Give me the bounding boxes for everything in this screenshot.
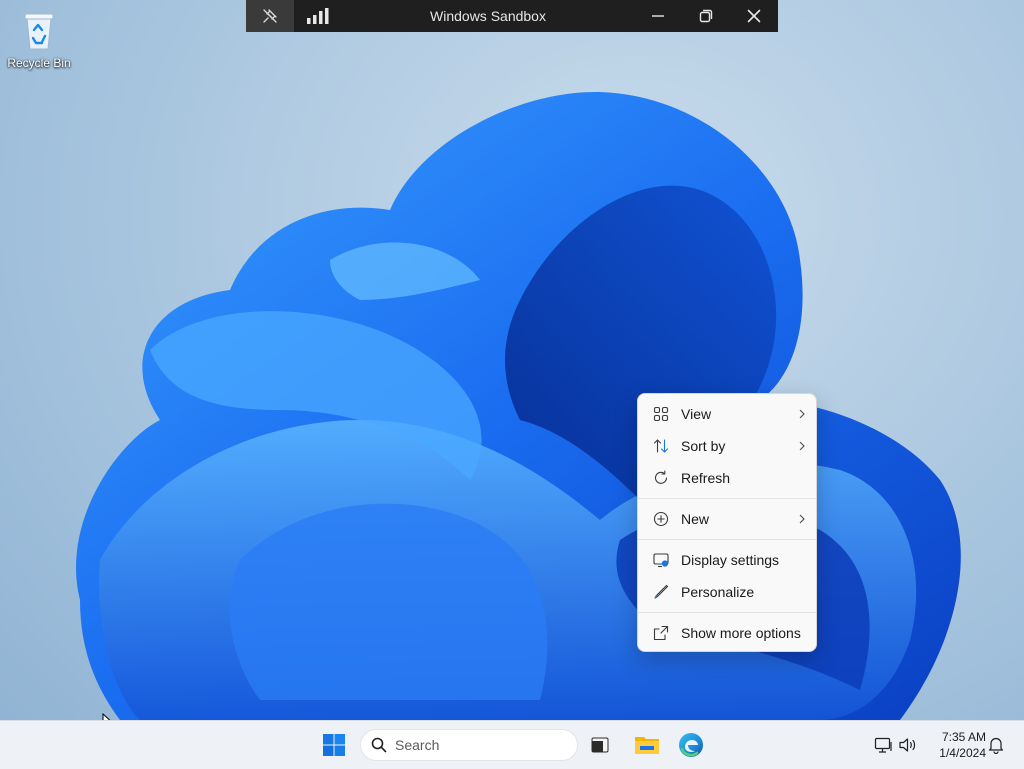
minimize-icon (652, 15, 664, 17)
connection-quality-button[interactable] (294, 0, 342, 32)
desktop-icon-label: Recycle Bin (7, 56, 71, 70)
menu-item-label: Sort by (681, 438, 726, 454)
menu-item-personalize[interactable]: Personalize (638, 576, 816, 608)
chevron-right-icon (799, 514, 805, 524)
menu-item-label: Refresh (681, 470, 731, 486)
desktop-context-menu: View Sort by Refresh New Display setting… (637, 393, 817, 652)
restore-button[interactable] (682, 0, 730, 32)
menu-separator (638, 612, 816, 613)
chevron-right-icon (799, 409, 805, 419)
clock-date: 1/4/2024 (939, 746, 986, 760)
volume-icon (899, 738, 916, 752)
sandbox-window-title: Windows Sandbox (430, 8, 546, 24)
desktop-wallpaper (76, 91, 961, 720)
menu-item-label: Display settings (681, 552, 780, 568)
menu-separator (638, 539, 816, 540)
system-clock[interactable]: 7:35 AM 1/4/2024 (926, 729, 986, 761)
search-icon (371, 737, 387, 753)
connection-bars-icon (307, 8, 329, 24)
clock-time: 7:35 AM (941, 730, 986, 744)
volume-button[interactable] (893, 729, 923, 761)
network-icon (874, 737, 892, 753)
menu-item-view[interactable]: View (638, 398, 816, 430)
notification-bell-icon (988, 737, 1004, 754)
file-explorer-icon (635, 737, 659, 754)
recycle-bin-icon (24, 13, 54, 50)
minimize-button[interactable] (634, 0, 682, 32)
menu-item-display-settings[interactable]: Display settings (638, 544, 816, 576)
restore-icon (699, 9, 713, 23)
menu-item-label: New (681, 511, 710, 527)
external-link-icon (652, 624, 670, 642)
plus-circle-icon (652, 510, 670, 528)
menu-item-sort-by[interactable]: Sort by (638, 430, 816, 462)
menu-item-refresh[interactable]: Refresh (638, 462, 816, 494)
display-settings-icon (652, 551, 670, 569)
pin-icon (263, 9, 277, 23)
start-button[interactable] (318, 729, 350, 761)
menu-item-new[interactable]: New (638, 503, 816, 535)
close-icon (747, 9, 761, 23)
start-icon (323, 734, 345, 756)
pen-icon (652, 583, 670, 601)
refresh-icon (652, 469, 670, 487)
pin-button[interactable] (246, 0, 294, 32)
menu-item-label: Personalize (681, 584, 755, 600)
desktop-icon-recycle-bin[interactable]: Recycle Bin (4, 8, 74, 70)
menu-item-show-more-options[interactable]: Show more options (638, 617, 816, 649)
chevron-right-icon (799, 441, 805, 451)
menu-separator (638, 498, 816, 499)
close-button[interactable] (730, 0, 778, 32)
taskbar-search-box[interactable]: Search (360, 729, 578, 761)
taskbar: Search 7:35 AM 1/4/2024 (0, 720, 1024, 769)
task-view-icon (591, 737, 609, 753)
menu-item-label: View (681, 406, 712, 422)
search-placeholder: Search (395, 737, 440, 753)
edge-browser-button[interactable] (675, 729, 707, 761)
task-view-button[interactable] (584, 729, 616, 761)
edge-icon (679, 733, 703, 757)
grid-view-icon (652, 405, 670, 423)
notification-button[interactable] (982, 729, 1010, 761)
sandbox-title-bar[interactable]: Windows Sandbox (246, 0, 778, 32)
menu-item-label: Show more options (681, 625, 801, 641)
file-explorer-button[interactable] (631, 729, 663, 761)
sort-icon (652, 437, 670, 455)
